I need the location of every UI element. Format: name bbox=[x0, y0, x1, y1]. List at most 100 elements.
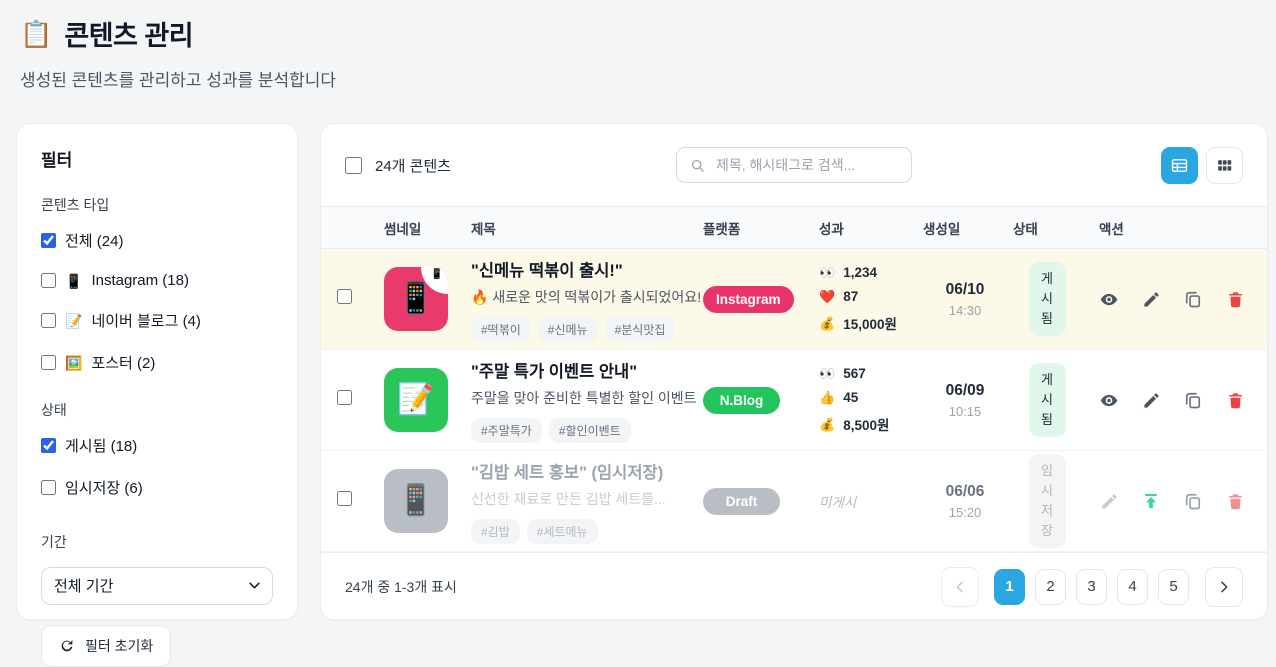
row-checkbox[interactable] bbox=[337, 390, 352, 405]
created-time: 15:20 bbox=[923, 505, 1007, 520]
duplicate-button[interactable] bbox=[1183, 390, 1203, 410]
select-all-control[interactable]: 24개 콘텐츠 bbox=[345, 155, 451, 176]
view-button[interactable] bbox=[1099, 390, 1119, 410]
platform-cell: N.Blog bbox=[703, 387, 819, 414]
platform-cell: Instagram bbox=[703, 286, 819, 313]
edit-button[interactable] bbox=[1099, 491, 1119, 511]
page-button-4[interactable]: 4 bbox=[1117, 569, 1148, 605]
page-button-1[interactable]: 1 bbox=[994, 569, 1025, 605]
list-view-button[interactable] bbox=[1161, 147, 1198, 184]
period-select[interactable]: 전체 기간 bbox=[41, 567, 273, 605]
grid-view-icon bbox=[1215, 156, 1234, 175]
filter-option-all[interactable]: 전체 (24) bbox=[41, 230, 273, 251]
trash-icon bbox=[1226, 492, 1245, 511]
page-button-2[interactable]: 2 bbox=[1035, 569, 1066, 605]
next-page-button[interactable] bbox=[1205, 567, 1243, 607]
created-date: 06/09 bbox=[923, 382, 1007, 400]
row-checkbox-cell bbox=[337, 289, 377, 309]
checkbox-instagram[interactable] bbox=[41, 273, 56, 288]
checkbox-poster[interactable] bbox=[41, 355, 56, 370]
edit-button[interactable] bbox=[1141, 390, 1161, 410]
table-row-1[interactable]: 📱 📱 "신메뉴 떡볶이 출시!" 🔥 새로운 맛의 떡볶이가 출시되었어요! … bbox=[321, 249, 1267, 350]
status-label: 상태 bbox=[41, 400, 273, 420]
option-label: 게시됨 (18) bbox=[65, 435, 137, 456]
copy-icon bbox=[1183, 289, 1203, 309]
filter-option-published[interactable]: 게시됨 (18) bbox=[41, 435, 273, 456]
delete-button[interactable] bbox=[1225, 491, 1245, 511]
select-all-checkbox[interactable] bbox=[345, 157, 362, 174]
filter-option-instagram[interactable]: 📱 Instagram (18) bbox=[41, 272, 273, 289]
list-view-icon bbox=[1170, 156, 1189, 175]
thumbnail-cell: 📱 📱 bbox=[377, 267, 471, 331]
status-badge: 게시됨 bbox=[1029, 363, 1066, 437]
status-badge: 임시저장 bbox=[1029, 454, 1066, 549]
filter-option-poster[interactable]: 🖼️ 포스터 (2) bbox=[41, 352, 273, 373]
money-bag-icon: 💰 bbox=[819, 317, 835, 330]
eye-icon bbox=[1099, 390, 1119, 411]
unpublished-label: 미게시 bbox=[819, 491, 923, 511]
likes-value: 45 bbox=[843, 390, 858, 405]
trash-icon bbox=[1226, 391, 1245, 410]
grid-view-button[interactable] bbox=[1206, 147, 1243, 184]
hashtag: #신메뉴 bbox=[538, 317, 598, 342]
row-checkbox-cell bbox=[337, 390, 377, 410]
view-toggle-group bbox=[1161, 147, 1243, 184]
search-input[interactable] bbox=[714, 156, 899, 174]
delete-button[interactable] bbox=[1225, 289, 1245, 309]
header-status: 상태 bbox=[1007, 218, 1087, 238]
checkbox-all[interactable] bbox=[41, 233, 56, 248]
tag-list: #김밥 #세트메뉴 bbox=[471, 519, 703, 544]
edit-button[interactable] bbox=[1141, 289, 1161, 309]
filter-option-naver-blog[interactable]: 📝 네이버 블로그 (4) bbox=[41, 310, 273, 331]
duplicate-button[interactable] bbox=[1183, 491, 1203, 511]
header-performance: 성과 bbox=[819, 218, 923, 238]
option-label: 네이버 블로그 (4) bbox=[91, 310, 200, 331]
hashtag: #할인이벤트 bbox=[549, 418, 631, 443]
view-button[interactable] bbox=[1099, 289, 1119, 309]
table-footer: 24개 중 1-3개 표시 1 2 3 4 5 bbox=[321, 552, 1267, 620]
content-title: "김밥 세트 홍보" (임시저장) bbox=[471, 459, 703, 483]
reset-filters-button[interactable]: 필터 초기화 bbox=[41, 625, 171, 667]
table-row-3[interactable]: 📱 "김밥 세트 홍보" (임시저장) 신선한 재료로 만든 김밥 세트를...… bbox=[321, 451, 1267, 552]
checkbox-draft[interactable] bbox=[41, 480, 56, 495]
prev-page-button[interactable] bbox=[941, 567, 979, 607]
revenue-stat: 💰15,000원 bbox=[819, 313, 923, 333]
header-platform: 플랫폼 bbox=[703, 218, 819, 238]
duplicate-button[interactable] bbox=[1183, 289, 1203, 309]
chevron-right-icon bbox=[1216, 579, 1232, 595]
views-value: 1,234 bbox=[843, 265, 877, 280]
actions-cell bbox=[1087, 390, 1251, 410]
thumbnail-cell: 📱 bbox=[377, 469, 471, 533]
results-summary: 24개 중 1-3개 표시 bbox=[345, 577, 457, 597]
thumbnail: 📱 📱 bbox=[384, 267, 448, 331]
page-button-5[interactable]: 5 bbox=[1158, 569, 1189, 605]
checkbox-naver-blog[interactable] bbox=[41, 313, 56, 328]
created-time: 10:15 bbox=[923, 404, 1007, 419]
filter-panel: 필터 콘텐츠 타입 전체 (24) 📱 Instagram (18) 📝 네이버… bbox=[16, 123, 298, 620]
status-cell: 게시됨 bbox=[1007, 262, 1087, 336]
publish-button[interactable] bbox=[1141, 491, 1161, 511]
page-header: 📋 콘텐츠 관리 생성된 콘텐츠를 관리하고 성과를 분석합니다 bbox=[16, 14, 1268, 91]
refresh-icon bbox=[59, 638, 75, 654]
created-date: 06/06 bbox=[923, 483, 1007, 501]
hashtag: #세트메뉴 bbox=[527, 519, 598, 544]
row-checkbox[interactable] bbox=[337, 491, 352, 506]
checkbox-published[interactable] bbox=[41, 438, 56, 453]
platform-badge: Instagram bbox=[703, 286, 794, 313]
delete-button[interactable] bbox=[1225, 390, 1245, 410]
memo-icon: 📝 bbox=[65, 314, 82, 328]
page-subtitle: 생성된 콘텐츠를 관리하고 성과를 분석합니다 bbox=[20, 66, 1268, 91]
performance-cell: 👀567 👍45 💰8,500원 bbox=[819, 366, 923, 434]
publish-upload-icon bbox=[1141, 491, 1161, 511]
mobile-phone-icon: 📱 bbox=[65, 274, 82, 288]
likes-stat: 👍45 bbox=[819, 390, 923, 405]
likes-value: 87 bbox=[843, 289, 858, 304]
filter-option-draft[interactable]: 임시저장 (6) bbox=[41, 477, 273, 498]
page-button-3[interactable]: 3 bbox=[1076, 569, 1107, 605]
table-row-2[interactable]: 📝 "주말 특가 이벤트 안내" 주말을 맞아 준비한 특별한 할인 이벤트 #… bbox=[321, 350, 1267, 451]
tag-list: #떡볶이 #신메뉴 #분식맛집 bbox=[471, 317, 703, 342]
content-count-label: 24개 콘텐츠 bbox=[375, 155, 451, 176]
status-cell: 임시저장 bbox=[1007, 454, 1087, 549]
row-checkbox[interactable] bbox=[337, 289, 352, 304]
hashtag: #떡볶이 bbox=[471, 317, 531, 342]
